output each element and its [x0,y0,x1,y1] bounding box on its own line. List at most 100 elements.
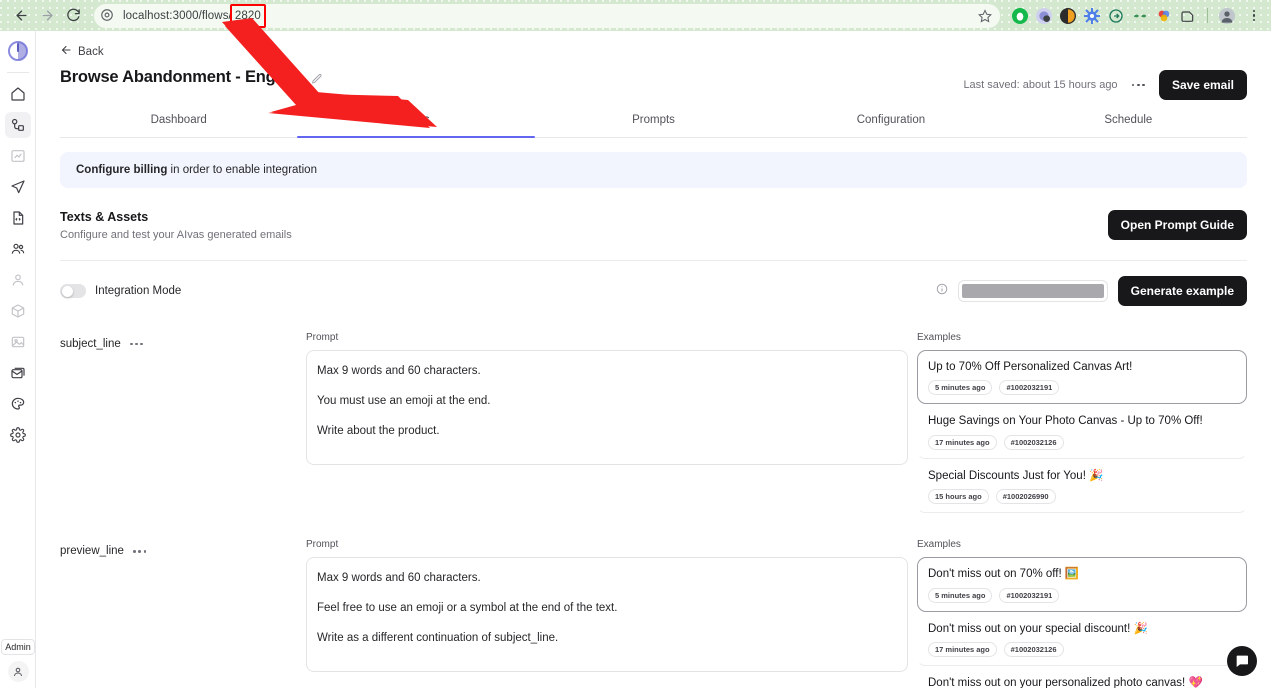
site-info-icon[interactable] [100,8,116,24]
page-container: Back Browse Abandonment - English Last s… [36,31,1271,688]
example-meta: 5 minutes ago #1002032191 [928,587,1236,603]
tab-configuration[interactable]: Configuration [772,114,1009,137]
sidebar-divider [6,72,29,73]
star-icon[interactable] [977,8,993,23]
example-input[interactable] [957,280,1108,302]
integration-mode-toggle[interactable] [60,284,86,298]
prompt-textarea-preview-line[interactable]: Max 9 words and 60 characters. Feel free… [306,557,908,673]
field-name-text: subject_line [60,338,121,350]
extension-teal-icon[interactable] [1108,8,1124,24]
prompt-column-label: Prompt [306,539,339,551]
tab-prompts[interactable]: Prompts [535,114,772,137]
example-card[interactable]: Special Discounts Just for You! 🎉 15 hou… [917,459,1247,514]
sidebar-item-campaigns[interactable] [5,174,31,200]
sidebar-footer: Admin [0,639,36,682]
browser-address-bar[interactable]: localhost:3000/flows/2820 [94,3,1000,28]
browser-back-button[interactable] [8,3,34,29]
example-timestamp: 5 minutes ago [928,587,993,603]
prompt-line: Max 9 words and 60 characters. [317,572,481,585]
header-actions: Last saved: about 15 hours ago Save emai… [963,68,1247,100]
example-timestamp: 17 minutes ago [928,641,997,657]
ellipsis-icon[interactable] [128,339,145,350]
sidebar-item-home[interactable] [5,81,31,107]
field-name-column: preview_line [60,539,306,688]
example-id: #1002032126 [1003,434,1064,450]
example-timestamp: 5 minutes ago [928,380,993,396]
admin-label[interactable]: Admin [1,639,35,655]
prompt-line: You must use an emoji at the end. [317,394,491,407]
example-text: Don't miss out on your personalized phot… [928,676,1203,688]
extension-green-icon[interactable] [1012,7,1028,24]
extension-multicolor-icon[interactable] [1156,8,1172,24]
browser-forward-button[interactable] [34,3,60,29]
browser-reload-button[interactable] [60,3,86,29]
field-row: subject_line Prompt Max 9 words and 60 c… [60,332,1247,514]
prompt-line: Write as a different continuation of sub… [317,631,559,644]
back-link[interactable]: Back [60,44,104,59]
ellipsis-icon[interactable] [131,546,148,557]
examples-column-label: Examples [917,539,961,551]
generate-example-button[interactable]: Generate example [1117,276,1247,306]
examples-column-label: Examples [917,332,961,343]
back-label: Back [78,45,104,58]
pencil-icon[interactable] [311,72,323,90]
extension-lavender-icon[interactable] [1036,7,1052,24]
configure-billing-link[interactable]: Configure billing [76,164,167,176]
example-card[interactable]: Don't miss out on 70% off! 🖼️ 5 minutes … [917,557,1247,612]
example-text: Up to 70% Off Personalized Canvas Art! [928,361,1133,373]
example-meta: 15 hours ago #1002026990 [928,489,1236,505]
extension-blue-gear-icon[interactable] [1084,7,1100,24]
sidebar-item-audiences[interactable] [5,236,31,262]
chat-bubble-icon[interactable] [1227,646,1257,676]
sidebar-item-assets[interactable] [5,329,31,355]
example-card[interactable]: Don't miss out on your personalized phot… [917,666,1247,688]
example-timestamp: 15 hours ago [928,489,989,505]
generate-actions: Generate example [936,276,1247,306]
input-skeleton [961,284,1104,298]
browser-menu-icon[interactable] [1245,9,1263,22]
sidebar-item-analytics[interactable] [5,143,31,169]
sidebar-item-products[interactable] [5,298,31,324]
browser-toolbar: localhost:3000/flows/2820 [0,0,1271,31]
sidebar-item-settings[interactable] [5,422,31,448]
example-timestamp: 17 minutes ago [928,434,997,450]
tab-texts[interactable]: Texts [297,114,536,138]
example-card[interactable]: Huge Savings on Your Photo Canvas - Up t… [917,404,1247,459]
user-avatar-icon[interactable] [7,661,29,682]
sidebar-item-branding[interactable] [5,391,31,417]
section-title: Texts & Assets [60,210,149,224]
tab-dashboard[interactable]: Dashboard [60,114,297,137]
example-text: Huge Savings on Your Photo Canvas - Up t… [928,415,1203,428]
example-card[interactable]: Don't miss out on your special discount!… [917,612,1247,666]
ellipsis-icon[interactable] [1130,80,1147,91]
field-name-text: preview_line [60,545,124,558]
extension-outline-icon[interactable] [1180,8,1196,24]
profile-avatar-icon[interactable] [1219,7,1235,24]
sidebar-item-flows[interactable] [4,112,31,138]
title-row: Browse Abandonment - English Last saved:… [60,68,1247,100]
example-text: Don't miss out on your special discount!… [928,622,1148,635]
sidebar-item-templates[interactable] [5,205,31,231]
prompt-textarea-subject-line[interactable]: Max 9 words and 60 characters. You must … [306,350,908,465]
integration-mode-label: Integration Mode [95,285,182,297]
extension-amber-icon[interactable] [1060,7,1076,24]
tab-schedule[interactable]: Schedule [1010,114,1247,137]
last-saved-text: Last saved: about 15 hours ago [963,79,1118,91]
extension-grammarly-icon[interactable] [1132,8,1148,24]
example-id: #1002032126 [1003,641,1064,657]
sidebar-item-inbox[interactable] [5,360,31,386]
example-text: Don't miss out on 70% off! 🖼️ [928,568,1080,581]
section-subtitle: Configure and test your AIvas generated … [60,229,292,241]
page-title: Browse Abandonment - English [60,68,304,86]
example-text: Special Discounts Just for You! 🎉 [928,469,1104,482]
save-email-button[interactable]: Save email [1158,70,1247,100]
toggle-knob [61,285,73,297]
example-id: #1002032191 [999,380,1060,396]
sidebar-item-contacts[interactable] [5,267,31,293]
app-logo-icon[interactable] [6,39,30,63]
toolbar-divider [1207,8,1208,23]
example-card[interactable]: Up to 70% Off Personalized Canvas Art! 5… [917,350,1247,405]
info-icon[interactable] [936,282,948,300]
open-prompt-guide-button[interactable]: Open Prompt Guide [1107,210,1247,240]
tab-bar: Dashboard Texts Prompts Configuration Sc… [60,114,1247,138]
